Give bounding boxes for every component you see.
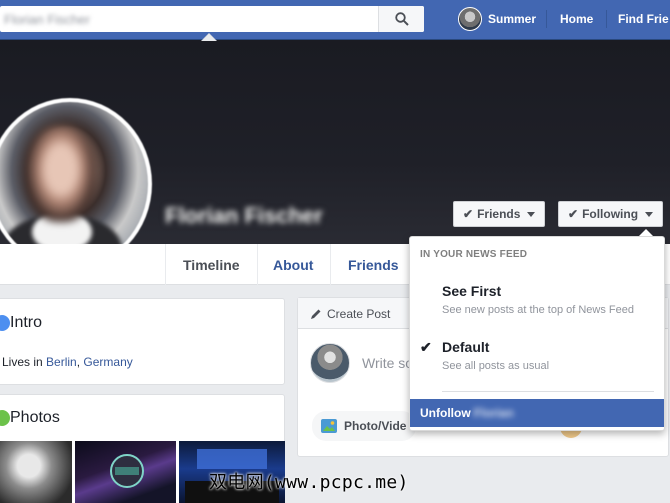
nav-divider: [546, 10, 547, 28]
nav-find-friends-link[interactable]: Find Frie: [618, 12, 669, 26]
tab-about[interactable]: About: [273, 244, 313, 285]
unfollow-button[interactable]: Unfollow Florian: [410, 399, 664, 427]
friends-button[interactable]: ✔ Friends: [453, 201, 546, 227]
intro-card: [0, 298, 285, 385]
following-dropdown-menu: IN YOUR NEWS FEED See First See new post…: [409, 236, 665, 431]
photo-thumbnail[interactable]: [75, 441, 176, 503]
menu-item-default[interactable]: ✔ Default See all posts as usual: [410, 329, 664, 377]
checkmark-icon: ✔: [420, 339, 432, 355]
photo-thumbnail[interactable]: [0, 441, 72, 503]
following-button[interactable]: ✔ Following: [558, 201, 664, 227]
pencil-icon: [311, 309, 321, 319]
caret-down-icon: [645, 211, 654, 217]
search-box: [0, 6, 424, 32]
country-link[interactable]: Germany: [83, 355, 132, 369]
watermark-text: 双电网(www.pcpc.me): [209, 472, 409, 493]
photos-title: Photos: [10, 409, 60, 426]
following-button-label: Following: [582, 207, 639, 221]
menu-item-see-first[interactable]: See First See new posts at the top of Ne…: [410, 273, 664, 321]
menu-pointer: [639, 229, 653, 236]
city-link[interactable]: Berlin: [46, 355, 77, 369]
nav-home-link[interactable]: Home: [560, 12, 593, 26]
checkmark-icon: ✔: [568, 207, 579, 221]
tab-timeline[interactable]: Timeline: [183, 244, 240, 285]
post-composer-input[interactable]: Write so: [362, 355, 413, 371]
avatar: [458, 7, 482, 31]
profile-name[interactable]: Florian Fischer: [165, 203, 323, 229]
nav-profile-link[interactable]: Summer: [458, 6, 536, 32]
menu-divider: [442, 391, 654, 392]
avatar: [310, 343, 350, 383]
search-input[interactable]: [4, 9, 340, 29]
photo-video-button[interactable]: Photo/Vide: [312, 411, 417, 441]
menu-section-header: IN YOUR NEWS FEED: [420, 249, 528, 260]
top-navigation-bar: Summer Home Find Frie: [0, 0, 670, 40]
nav-divider: [606, 10, 607, 28]
tab-friends[interactable]: Friends: [348, 244, 399, 285]
create-post-tab[interactable]: Create Post: [310, 307, 390, 321]
friends-button-label: Friends: [477, 207, 521, 221]
caret-down-icon: [527, 211, 536, 217]
intro-title: Intro: [10, 314, 43, 331]
search-button[interactable]: [378, 6, 424, 32]
nav-user-name: Summer: [488, 12, 537, 26]
photo-icon: [321, 419, 337, 433]
search-icon: [394, 12, 409, 26]
lives-in-text: Lives in Berlin, Germany: [2, 355, 133, 369]
checkmark-icon: ✔: [463, 207, 474, 221]
photo-content: [110, 454, 144, 488]
